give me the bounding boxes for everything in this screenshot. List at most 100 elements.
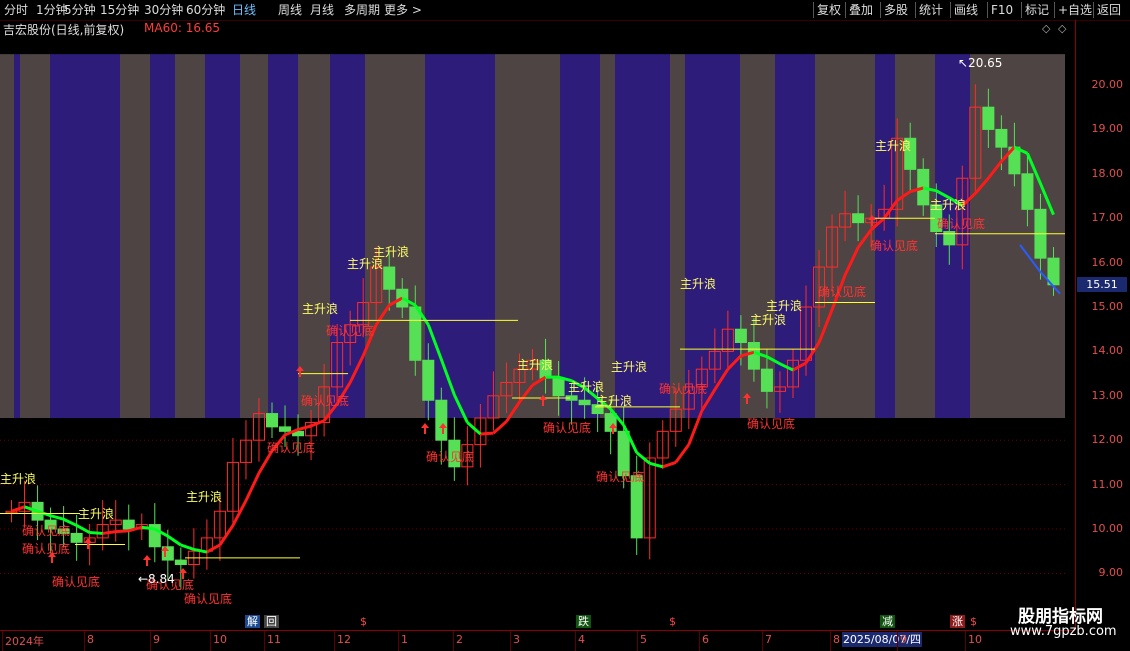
toolbar-button-0[interactable]: 复权 xyxy=(817,1,841,19)
x-tick-separator xyxy=(453,631,454,651)
y-tick-label: 18.00 xyxy=(1091,166,1124,180)
regime-band xyxy=(175,54,205,418)
candle-body xyxy=(747,342,760,370)
bottom-confirm-label: 确认见底 xyxy=(426,449,474,464)
wave-label: 主升浪 xyxy=(596,393,632,408)
candle-body xyxy=(174,559,187,566)
candle-body xyxy=(1021,173,1034,210)
y-tick-label: 13.00 xyxy=(1091,388,1124,402)
candlestick-chart[interactable]: 主升浪主升浪主升浪主升浪主升浪主升浪主升浪主升浪主升浪主升浪主升浪主升浪主升浪主… xyxy=(0,38,1075,630)
event-s-2[interactable]: $ xyxy=(669,615,676,628)
regime-band xyxy=(670,54,685,418)
toolbar-separator xyxy=(987,2,988,18)
regime-band xyxy=(20,54,50,418)
x-tick-label: 3 xyxy=(513,633,520,646)
candle-body xyxy=(852,213,865,224)
toolbar-button-1[interactable]: 叠加 xyxy=(849,1,873,19)
low-price-label: ←8.84 xyxy=(138,572,175,586)
event-jie[interactable]: 解 xyxy=(245,615,260,628)
chart-title-bar: 吉宏股份(日线,前复权) MA60: 16.65 xyxy=(0,21,1075,37)
x-tick-label: 6 xyxy=(702,633,709,646)
toolbar-button-8[interactable]: 返回 xyxy=(1097,1,1121,19)
y-tick-label: 10.00 xyxy=(1091,522,1124,535)
bottom-confirm-label: 确认见底 xyxy=(22,541,70,556)
x-tick-label: 12 xyxy=(337,633,351,646)
toolbar-button-5[interactable]: F10 xyxy=(991,1,1013,19)
wave-label: 主升浪 xyxy=(766,298,802,313)
x-tick-separator xyxy=(210,631,211,651)
x-tick-label: 8 xyxy=(87,633,94,646)
x-tick-separator xyxy=(150,631,151,651)
y-tick-label: 12.00 xyxy=(1091,433,1124,447)
period-tab-8[interactable]: 月线 xyxy=(310,1,334,19)
bottom-confirm-label: 确认见底 xyxy=(937,216,985,231)
x-tick-separator xyxy=(830,631,831,651)
x-tick-separator xyxy=(398,631,399,651)
event-s-3[interactable]: $ xyxy=(970,615,977,628)
period-tab-7[interactable]: 周线 xyxy=(278,1,302,19)
period-tab-5[interactable]: 60分钟 xyxy=(186,1,225,19)
x-tick-label: 2 xyxy=(456,633,463,646)
candle-body xyxy=(552,377,565,397)
x-tick-label: 9 xyxy=(153,633,160,646)
regime-band xyxy=(205,54,240,418)
regime-band xyxy=(425,54,495,418)
bottom-confirm-label: 确认见底 xyxy=(818,284,866,299)
toolbar-separator xyxy=(915,2,916,18)
x-tick-label: 7 xyxy=(765,633,772,646)
wave-label: 主升浪 xyxy=(517,357,553,372)
wave-label: 主升浪 xyxy=(373,244,409,259)
period-tab-1[interactable]: 1分钟 xyxy=(36,1,68,19)
bottom-confirm-label: 确认见底 xyxy=(22,523,70,538)
event-hui[interactable]: 回 xyxy=(264,615,279,628)
y-tick-label: 11.00 xyxy=(1091,477,1124,491)
regime-band xyxy=(298,54,330,418)
diamond-icon[interactable]: ◇ xyxy=(1042,22,1050,35)
toolbar-separator xyxy=(1054,2,1055,18)
event-jian[interactable]: 减 xyxy=(880,615,895,628)
period-tab-3[interactable]: 15分钟 xyxy=(100,1,139,19)
buy-arrow-icon xyxy=(84,538,92,549)
ma60-readout: MA60: 16.65 xyxy=(144,21,221,35)
wave-label: 主升浪 xyxy=(611,359,647,374)
event-s-1[interactable]: $ xyxy=(360,615,367,628)
period-tab-2[interactable]: 5分钟 xyxy=(64,1,96,19)
y-tick-label: 9.00 xyxy=(1098,566,1124,580)
period-tab-10[interactable]: 更多 > xyxy=(384,1,422,19)
bottom-confirm-label: 确认见底 xyxy=(596,469,644,484)
period-tab-9[interactable]: 多周期 xyxy=(344,1,380,19)
period-tab-0[interactable]: 分时 xyxy=(4,1,28,19)
event-zhang[interactable]: 涨 xyxy=(950,615,965,628)
toolbar-button-3[interactable]: 统计 xyxy=(919,1,943,19)
candle-body xyxy=(265,413,279,428)
x-tick-separator xyxy=(575,631,576,651)
event-die[interactable]: 跌 xyxy=(576,615,591,628)
last-price-badge: 15.51 xyxy=(1077,277,1127,293)
wave-label: 主升浪 xyxy=(78,506,114,521)
settings-diamond-icon[interactable]: ◇ xyxy=(1058,22,1066,35)
buy-arrow-icon xyxy=(421,423,429,434)
candle-body xyxy=(383,266,396,290)
candle-body xyxy=(578,399,591,406)
toolbar-separator xyxy=(845,2,846,18)
bottom-confirm-label: 确认见底 xyxy=(184,591,232,606)
bottom-confirm-label: 确认见底 xyxy=(301,393,349,408)
wave-label: 主升浪 xyxy=(930,197,966,212)
high-price-label: ↖20.65 xyxy=(958,56,1002,70)
candle-body xyxy=(917,168,930,206)
y-tick-label: 19.00 xyxy=(1091,122,1124,136)
candle-body xyxy=(279,426,292,432)
toolbar-button-2[interactable]: 多股 xyxy=(884,1,908,19)
toolbar-button-7[interactable]: +自选 xyxy=(1058,1,1092,19)
y-tick-label: 20.00 xyxy=(1091,78,1124,91)
x-tick-label: 4 xyxy=(578,633,585,646)
toolbar-separator xyxy=(1093,2,1094,18)
x-tick-label: 5 xyxy=(640,633,647,646)
period-tab-4[interactable]: 30分钟 xyxy=(144,1,183,19)
candle-body xyxy=(422,359,435,401)
x-tick-label: 9 xyxy=(900,633,907,646)
wave-label: 主升浪 xyxy=(186,489,222,504)
period-tab-6[interactable]: 日线 xyxy=(232,1,256,19)
toolbar-button-6[interactable]: 标记 xyxy=(1025,1,1049,19)
toolbar-button-4[interactable]: 画线 xyxy=(954,1,978,19)
